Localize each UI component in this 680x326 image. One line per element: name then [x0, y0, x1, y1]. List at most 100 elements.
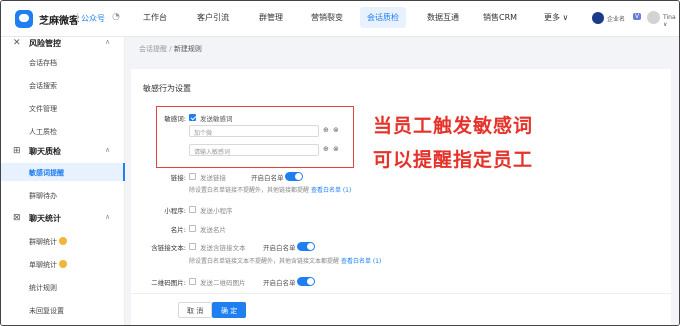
- form-card: 敏感行为设置 敏感词: 发送敏感词 加个微 ⊕ ⊗ 请输入敏感词 ⊕ ⊗ 链接:…: [131, 69, 671, 325]
- top-bar: 芝麻微客 公众号 ◔ 工作台 客户引流 群管理 营销裂变 会话质检 数据互通 销…: [1, 1, 679, 37]
- qrcode-checkbox-label: 发送二维码图片: [200, 279, 246, 287]
- nav-workbench[interactable]: 工作台: [143, 12, 167, 23]
- namecard-checkbox[interactable]: [189, 225, 196, 232]
- link-text-label: 含链接文本:: [151, 244, 186, 252]
- link-text-checkbox-label: 发送含链接文本: [200, 244, 246, 252]
- nav-session-qc[interactable]: 会话质检: [360, 7, 406, 28]
- theme-toggle-icon[interactable]: ◔: [112, 12, 120, 22]
- chat-qc-icon: ⊞: [13, 146, 21, 156]
- sidebar-item-sensitive-word-alert[interactable]: 敏感词提醒: [1, 163, 125, 181]
- remove-circle-icon[interactable]: ⊗: [333, 126, 339, 134]
- vip-crown-icon: [59, 237, 67, 245]
- namecard-checkbox-label: 发送名片: [200, 226, 226, 234]
- section-title: 敏感行为设置: [143, 84, 191, 93]
- chevron-up-icon: ∧: [105, 213, 111, 221]
- qrcode-whitelist-label: 开启白名单: [263, 279, 296, 287]
- remove-circle-icon[interactable]: ⊗: [333, 145, 339, 153]
- sidebar-item-group-stats[interactable]: 群聊统计: [1, 232, 125, 250]
- link-label: 链接:: [170, 174, 186, 182]
- sidebar-item-group-todo[interactable]: 群聊待办: [1, 186, 125, 204]
- confirm-button[interactable]: 确 定: [212, 302, 247, 318]
- chevron-up-icon: ∧: [105, 146, 111, 154]
- link-text-checkbox[interactable]: [189, 243, 196, 250]
- nav-marketing-fission[interactable]: 营销裂变: [311, 12, 343, 23]
- miniprogram-checkbox[interactable]: [189, 206, 196, 213]
- sidebar-item-label: 敏感词提醒: [29, 169, 64, 177]
- app-logo-icon: [15, 10, 33, 28]
- add-circle-icon[interactable]: ⊕: [323, 126, 329, 134]
- link-view-whitelist[interactable]: 查看白名单 (1): [311, 187, 351, 194]
- sensitive-word-checkbox[interactable]: [189, 114, 196, 121]
- breadcrumb-separator: /: [169, 45, 172, 53]
- cancel-button[interactable]: 取 消: [178, 302, 213, 318]
- breadcrumb-current: 新建规则: [173, 45, 202, 53]
- sidebar-item-single-stats[interactable]: 单聊统计: [1, 255, 125, 273]
- sensitive-word-checkbox-label: 发送敏感词: [200, 115, 233, 123]
- sidebar-item-label: 会话存档: [29, 59, 57, 67]
- sidebar-group-label: 聊天统计: [29, 214, 61, 223]
- link-whitelist-label: 开启白名单: [251, 174, 284, 182]
- breadcrumb: 会话提醒 / 新建规则: [139, 44, 202, 54]
- nav-data-sync[interactable]: 数据互通: [427, 12, 459, 23]
- link-whitelist-toggle[interactable]: [285, 172, 303, 181]
- link-text-hint-text: 除设置白名单链接文本不提醒外，其他含链接文本都提醒: [189, 258, 340, 265]
- app-window: 芝麻微客 公众号 ◔ 工作台 客户引流 群管理 营销裂变 会话质检 数据互通 销…: [0, 0, 680, 326]
- sidebar-item-label: 文件管理: [29, 105, 57, 113]
- qrcode-checkbox[interactable]: [189, 278, 196, 285]
- sidebar-item-label: 人工质检: [29, 128, 57, 136]
- sensitive-word-input-1[interactable]: 加个微: [189, 125, 319, 137]
- main-content: 会话提醒 / 新建规则 敏感行为设置 敏感词: 发送敏感词 加个微 ⊕ ⊗ 请输…: [125, 37, 679, 325]
- link-text-whitelist-toggle[interactable]: [297, 242, 315, 251]
- nav-group-management[interactable]: 群管理: [259, 12, 283, 23]
- miniprogram-checkbox-label: 发送小程序: [200, 207, 233, 215]
- nav-customer-acquisition[interactable]: 客户引流: [197, 12, 229, 23]
- brand-name: 芝麻微客: [39, 16, 79, 27]
- sidebar-item-file-management[interactable]: 文件管理: [1, 99, 125, 117]
- risk-icon: ✕: [13, 38, 21, 48]
- add-circle-icon[interactable]: ⊕: [323, 145, 329, 153]
- sidebar-group-label: 风险管控: [29, 39, 61, 48]
- sidebar-item-session-search[interactable]: 会话搜索: [1, 76, 125, 94]
- qrcode-whitelist-toggle[interactable]: [297, 277, 315, 286]
- enterprise-avatar-icon: [592, 12, 604, 24]
- link-text-view-whitelist[interactable]: 查看白名单 (1): [341, 258, 381, 265]
- link-text-whitelist-label: 开启白名单: [263, 244, 296, 252]
- sidebar-group-chat-qc[interactable]: ⊞ 聊天质检 ∧: [1, 144, 125, 160]
- user-avatar[interactable]: [647, 11, 660, 24]
- nav-more-dropdown[interactable]: 更多 ∨: [544, 12, 568, 23]
- sidebar-group-label: 聊天质检: [29, 147, 61, 156]
- sidebar-item-no-reply-settings[interactable]: 未回复设置: [1, 301, 125, 319]
- namecard-label: 名片:: [170, 226, 186, 234]
- sidebar-item-manual-qc[interactable]: 人工质检: [1, 122, 125, 140]
- stats-icon: ⊠: [13, 213, 21, 223]
- chevron-up-icon: ∧: [105, 38, 111, 46]
- sidebar-group-chat-stats[interactable]: ⊠ 聊天统计 ∧: [1, 211, 125, 227]
- sidebar-item-label: 未回复设置: [29, 307, 64, 315]
- sensitive-word-input-2[interactable]: 请输入敏感词: [189, 144, 319, 156]
- enterprise-name: 企业名: [607, 16, 626, 23]
- vip-badge: V: [633, 13, 642, 20]
- annotation-line-1: 当员工触发敏感词: [373, 115, 534, 137]
- sidebar-item-label: 单聊统计: [29, 261, 57, 269]
- vip-crown-icon: [59, 260, 67, 268]
- link-checkbox-label: 发送链接: [200, 174, 226, 182]
- sidebar-item-label: 会话搜索: [29, 82, 57, 90]
- sidebar-item-stats-rules[interactable]: 统计规则: [1, 278, 125, 296]
- qrcode-label: 二维码图片:: [151, 279, 186, 287]
- miniprogram-label: 小程序:: [164, 207, 186, 215]
- public-account-switch[interactable]: 公众号: [81, 13, 105, 24]
- link-checkbox[interactable]: [189, 173, 196, 180]
- sidebar-item-label: 统计规则: [29, 284, 57, 292]
- form-footer: 取 消 确 定: [131, 293, 671, 325]
- nav-sales-crm[interactable]: 销售CRM: [483, 12, 517, 23]
- breadcrumb-parent[interactable]: 会话提醒: [139, 45, 167, 53]
- link-hint: 除设置白名单链接不提醒外，其他链接都提醒 查看白名单 (1): [189, 185, 351, 194]
- link-hint-text: 除设置白名单链接不提醒外，其他链接都提醒: [189, 187, 310, 194]
- sidebar-item-label: 群聊待办: [29, 192, 57, 200]
- sidebar-item-session-archive[interactable]: 会话存档: [1, 53, 125, 71]
- sidebar-item-label: 群聊统计: [29, 238, 57, 246]
- sidebar: ✕ 风险管控 ∧ 会话存档 会话搜索 文件管理 人工质检 ⊞ 聊天质检 ∧ 敏感…: [1, 36, 125, 325]
- annotation-line-2: 可以提醒指定员工: [373, 149, 534, 171]
- user-menu[interactable]: Tina ∨: [663, 14, 679, 28]
- sidebar-group-risk-control[interactable]: ✕ 风险管控 ∧: [1, 36, 125, 52]
